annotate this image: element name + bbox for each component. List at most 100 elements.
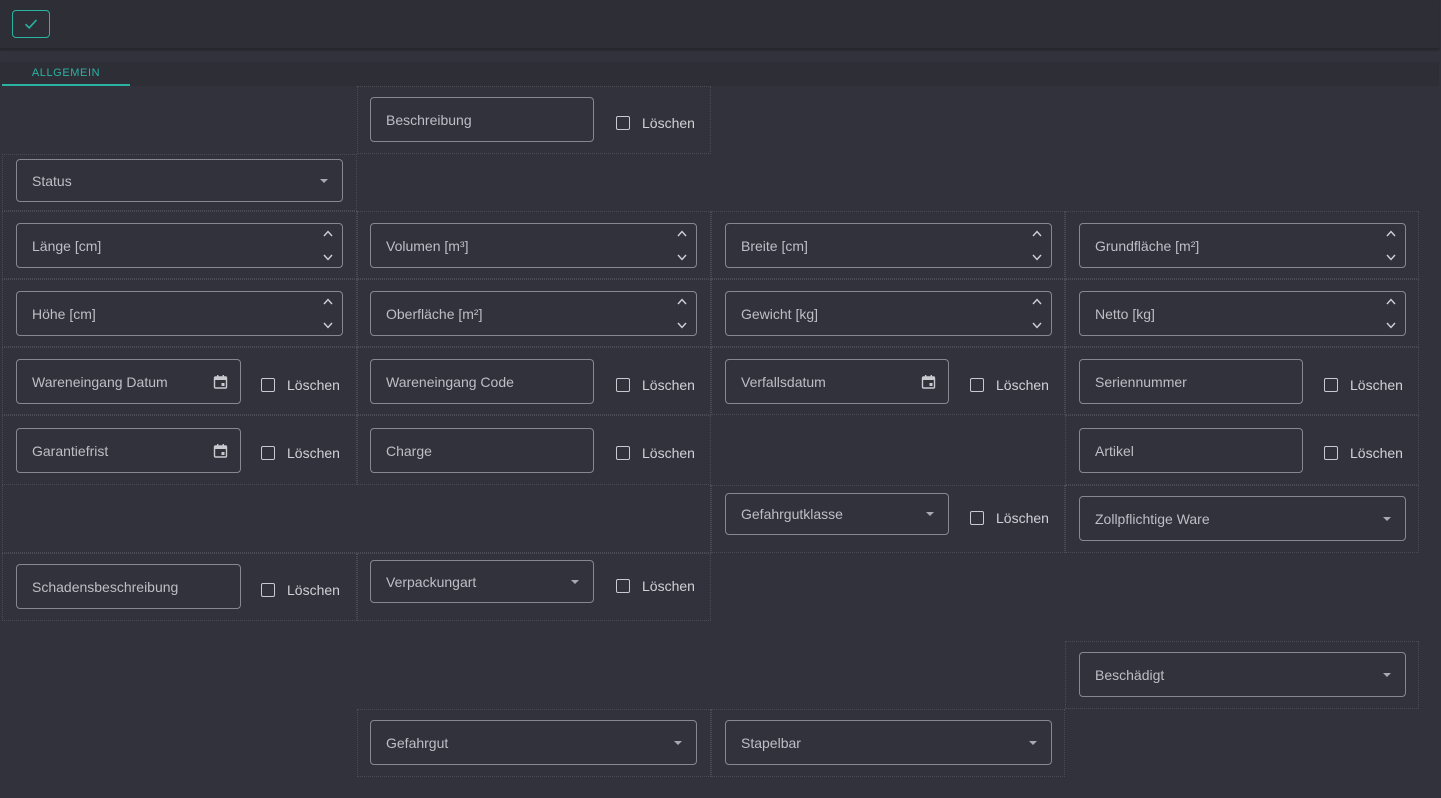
garantiefrist-delete-checkbox[interactable]: Löschen: [261, 445, 340, 461]
field-label: Wareneingang Datum: [32, 373, 168, 390]
checkbox-box[interactable]: [616, 579, 630, 593]
checkbox-box[interactable]: [261, 378, 275, 392]
charge-delete-checkbox[interactable]: Löschen: [616, 445, 695, 461]
form-cell: Gefahrgut: [357, 709, 711, 777]
dropdown-arrow-icon: [926, 512, 934, 516]
form-cell: Stapelbar: [711, 709, 1065, 777]
artikel-input[interactable]: Artikel: [1079, 428, 1303, 473]
hoehe-number-input[interactable]: Höhe [cm]: [16, 291, 343, 336]
field-label: Zollpflichtige Ware: [1095, 510, 1210, 527]
beschreibung-input[interactable]: Beschreibung: [370, 97, 594, 142]
charge-input[interactable]: Charge: [370, 428, 594, 473]
spinner-icon[interactable]: [1031, 298, 1043, 329]
spinner-icon[interactable]: [322, 298, 334, 329]
gefahrgutklasse-delete-checkbox[interactable]: Löschen: [970, 510, 1049, 526]
wareneingang-code-input[interactable]: Wareneingang Code: [370, 359, 594, 404]
spinner-icon[interactable]: [1385, 298, 1397, 329]
checkbox-label: Löschen: [642, 377, 695, 393]
field-label: Gefahrgut: [386, 734, 449, 751]
checkbox-label: Löschen: [996, 377, 1049, 393]
gefahrgut-select[interactable]: Gefahrgut: [370, 720, 697, 765]
form-cell: Garantiefrist Löschen: [2, 415, 357, 485]
checkbox-label: Löschen: [1350, 445, 1403, 461]
form-cell: Verfallsdatum Löschen: [711, 347, 1065, 415]
status-select[interactable]: Status: [16, 159, 343, 202]
checkbox-box[interactable]: [1324, 446, 1338, 460]
form-cell: Beschreibung Löschen: [357, 86, 711, 154]
form-cell: Verpackungart Löschen: [357, 553, 711, 621]
form-cell: Netto [kg]: [1065, 279, 1419, 347]
form-cell: Höhe [cm]: [2, 279, 357, 347]
field-label: Breite [cm]: [741, 237, 808, 254]
checkbox-box[interactable]: [261, 583, 275, 597]
form-cell: Beschädigt: [1065, 641, 1419, 709]
field-label: Verpackungart: [386, 573, 477, 590]
schadensbeschreibung-input[interactable]: Schadensbeschreibung: [16, 564, 241, 609]
field-label: Status: [32, 172, 72, 189]
laenge-number-input[interactable]: Länge [cm]: [16, 223, 343, 268]
dropdown-arrow-icon: [1383, 672, 1391, 677]
calendar-icon[interactable]: [213, 443, 228, 458]
garantiefrist-date-input[interactable]: Garantiefrist: [16, 428, 241, 473]
verfallsdatum-delete-checkbox[interactable]: Löschen: [970, 377, 1049, 393]
wareneingang-datum-date-input[interactable]: Wareneingang Datum: [16, 359, 241, 404]
spinner-icon[interactable]: [1031, 230, 1043, 261]
save-button[interactable]: [12, 10, 50, 38]
field-label: Netto [kg]: [1095, 305, 1155, 322]
field-label: Beschreibung: [386, 111, 472, 128]
zollpflichtige-ware-select[interactable]: Zollpflichtige Ware: [1079, 496, 1406, 541]
form-cell: Grundfläche [m²]: [1065, 211, 1419, 279]
seriennummer-delete-checkbox[interactable]: Löschen: [1324, 377, 1403, 393]
spinner-icon[interactable]: [676, 230, 688, 261]
grundflaeche-number-input[interactable]: Grundfläche [m²]: [1079, 223, 1406, 268]
netto-number-input[interactable]: Netto [kg]: [1079, 291, 1406, 336]
wareneingang-code-delete-checkbox[interactable]: Löschen: [616, 377, 695, 393]
tab-bar: ALLGEMEIN: [0, 62, 1439, 86]
tab-allgemein[interactable]: ALLGEMEIN: [2, 62, 130, 86]
field-label: Garantiefrist: [32, 442, 109, 459]
beschaedigt-select[interactable]: Beschädigt: [1079, 652, 1406, 697]
field-label: Volumen [m³]: [386, 237, 469, 254]
spinner-icon[interactable]: [1385, 230, 1397, 261]
spinner-icon[interactable]: [676, 298, 688, 329]
oberflaeche-number-input[interactable]: Oberfläche [m²]: [370, 291, 697, 336]
checkbox-box[interactable]: [616, 378, 630, 392]
checkbox-box[interactable]: [261, 446, 275, 460]
verpackungart-select[interactable]: Verpackungart: [370, 560, 594, 603]
form-cell: Artikel Löschen: [1065, 415, 1419, 485]
form-cell: Status: [2, 154, 357, 211]
spinner-icon[interactable]: [322, 230, 334, 261]
verfallsdatum-date-input[interactable]: Verfallsdatum: [725, 359, 949, 404]
field-label: Gefahrgutklasse: [741, 506, 843, 522]
field-label: Höhe [cm]: [32, 305, 96, 322]
wareneingang-datum-delete-checkbox[interactable]: Löschen: [261, 377, 340, 393]
artikel-delete-checkbox[interactable]: Löschen: [1324, 445, 1403, 461]
schadensbeschreibung-delete-checkbox[interactable]: Löschen: [261, 582, 340, 598]
checkbox-box[interactable]: [1324, 378, 1338, 392]
checkbox-box[interactable]: [616, 116, 630, 130]
gefahrgutklasse-select[interactable]: Gefahrgutklasse: [725, 493, 949, 535]
form-cell: Zollpflichtige Ware: [1065, 485, 1419, 553]
form-cell: Oberfläche [m²]: [357, 279, 711, 347]
gewicht-number-input[interactable]: Gewicht [kg]: [725, 291, 1052, 336]
form-cell: Wareneingang Datum Löschen: [2, 347, 357, 415]
beschreibung-delete-checkbox[interactable]: Löschen: [616, 115, 695, 131]
dropdown-arrow-icon: [320, 178, 328, 183]
check-icon: [24, 19, 38, 29]
calendar-icon[interactable]: [213, 374, 228, 389]
stapelbar-select[interactable]: Stapelbar: [725, 720, 1052, 765]
checkbox-label: Löschen: [287, 445, 340, 461]
verpackungart-delete-checkbox[interactable]: Löschen: [616, 578, 695, 594]
checkbox-box[interactable]: [970, 378, 984, 392]
volumen-number-input[interactable]: Volumen [m³]: [370, 223, 697, 268]
field-label: Stapelbar: [741, 734, 801, 751]
checkbox-box[interactable]: [970, 511, 984, 525]
checkbox-label: Löschen: [287, 582, 340, 598]
breite-number-input[interactable]: Breite [cm]: [725, 223, 1052, 268]
seriennummer-input[interactable]: Seriennummer: [1079, 359, 1303, 404]
checkbox-label: Löschen: [642, 445, 695, 461]
dropdown-arrow-icon: [674, 740, 682, 745]
dropdown-arrow-icon: [1383, 516, 1391, 521]
calendar-icon[interactable]: [921, 374, 936, 389]
checkbox-box[interactable]: [616, 446, 630, 460]
